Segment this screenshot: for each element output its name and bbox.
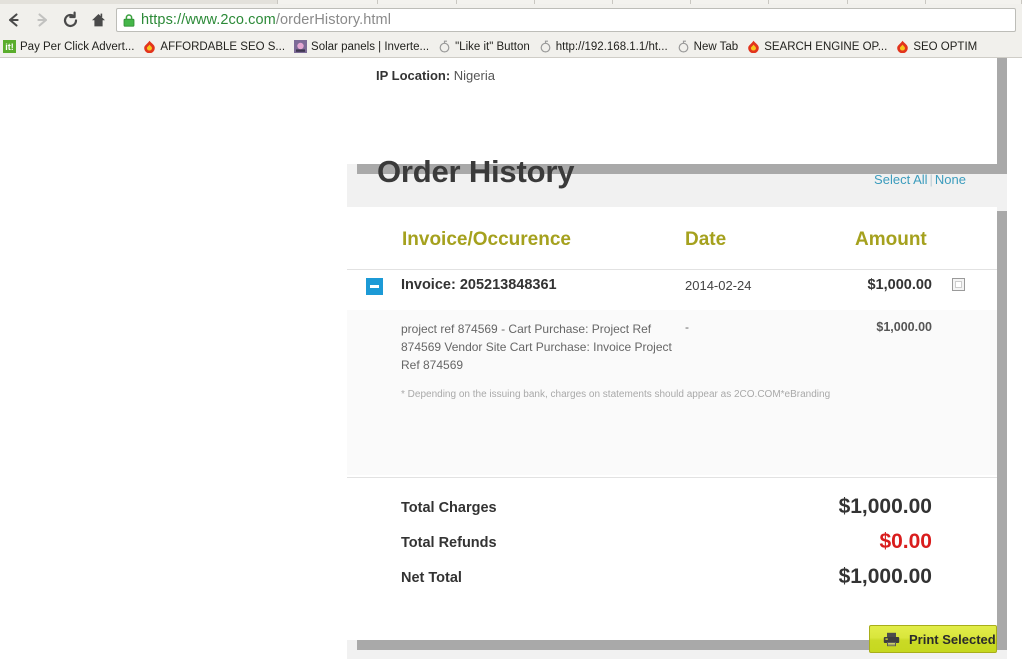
bookmark-label: Pay Per Click Advert... bbox=[20, 40, 135, 53]
page-title: Order History bbox=[377, 154, 575, 189]
ip-location-value: Nigeria bbox=[453, 68, 495, 83]
total-charges-label: Total Charges bbox=[401, 500, 497, 516]
ip-location-panel: IP Location: Nigeria bbox=[347, 58, 997, 164]
browser-toolbar: https://www.2co.com/orderHistory.html bbox=[0, 4, 1022, 36]
invoice-date: 2014-02-24 bbox=[685, 278, 752, 293]
ip-location-label: IP Location: bbox=[376, 68, 451, 83]
bookmark-item[interactable]: SEO OPTIM bbox=[893, 37, 983, 57]
red-flame-favicon bbox=[144, 40, 156, 53]
total-charges-value: $1,000.00 bbox=[838, 495, 932, 518]
checkbox-inner bbox=[955, 281, 962, 288]
back-button[interactable] bbox=[0, 6, 28, 34]
column-header-date: Date bbox=[685, 229, 727, 250]
order-detail-block: project ref 874569 - Cart Purchase: Proj… bbox=[347, 310, 997, 475]
invoice-amount: $1,000.00 bbox=[867, 277, 932, 293]
bookmark-item[interactable]: http://192.168.1.1/ht... bbox=[536, 37, 674, 57]
bookmark-label: "Like it" Button bbox=[455, 40, 530, 53]
browser-chrome: https://www.2co.com/orderHistory.html it… bbox=[0, 0, 1022, 58]
lock-icon bbox=[123, 13, 136, 27]
red-flame-favicon bbox=[897, 40, 909, 53]
home-button[interactable] bbox=[84, 6, 112, 34]
bookmark-item[interactable]: it! Pay Per Click Advert... bbox=[0, 37, 140, 57]
print-selected-button[interactable]: Print Selected bbox=[869, 625, 997, 653]
detail-date: - bbox=[685, 320, 689, 334]
ip-location-line: IP Location: Nigeria bbox=[376, 68, 495, 83]
column-header-amount: Amount bbox=[855, 229, 927, 250]
select-all-link[interactable]: Select All bbox=[874, 172, 927, 187]
net-total-value: $1,000.00 bbox=[838, 565, 932, 588]
total-refunds-label: Total Refunds bbox=[401, 535, 497, 551]
select-links: Select All | None bbox=[874, 172, 966, 187]
bookmark-label: SEO OPTIM bbox=[913, 40, 978, 53]
url-path-part: /orderHistory.html bbox=[275, 12, 392, 28]
bookmark-label: http://192.168.1.1/ht... bbox=[555, 40, 668, 53]
detail-description: project ref 874569 - Cart Purchase: Proj… bbox=[401, 322, 672, 372]
forward-button[interactable] bbox=[28, 6, 56, 34]
bookmarks-bar: it! Pay Per Click Advert... AFFORDABLE S… bbox=[0, 36, 1022, 58]
totals-section: Total Charges $1,000.00 Total Refunds $0… bbox=[347, 477, 997, 617]
total-refunds-value: $0.00 bbox=[879, 530, 932, 553]
ip-panel-shadow-right bbox=[997, 58, 1007, 164]
page-viewport: IP Location: Nigeria Order History Selec… bbox=[0, 58, 1022, 659]
row-select-checkbox[interactable] bbox=[952, 278, 965, 291]
detail-amount: $1,000.00 bbox=[876, 320, 932, 334]
bookmark-item[interactable]: "Like it" Button bbox=[435, 37, 536, 57]
print-selected-label: Print Selected bbox=[909, 631, 996, 647]
table-header-row: Invoice/Occurence Date Amount bbox=[347, 207, 997, 269]
svg-text:it!: it! bbox=[5, 42, 14, 52]
grey-globe-favicon bbox=[439, 40, 450, 53]
column-header-invoice: Invoice/Occurence bbox=[402, 229, 571, 250]
bank-statement-note: * Depending on the issuing bank, charges… bbox=[401, 389, 831, 400]
bookmark-label: Solar panels | Inverte... bbox=[311, 40, 430, 53]
bookmark-item[interactable]: Solar panels | Inverte... bbox=[291, 37, 435, 57]
collapse-icon[interactable] bbox=[366, 278, 383, 295]
bookmark-label: SEARCH ENGINE OP... bbox=[764, 40, 888, 53]
bookmark-item[interactable]: AFFORDABLE SEO S... bbox=[140, 37, 291, 57]
total-charges-row: Total Charges $1,000.00 bbox=[347, 495, 997, 530]
select-none-link[interactable]: None bbox=[935, 172, 966, 187]
bookmark-label: AFFORDABLE SEO S... bbox=[160, 40, 286, 53]
reload-button[interactable] bbox=[56, 6, 84, 34]
order-card-shadow-right bbox=[997, 211, 1007, 644]
invoice-number: Invoice: 205213848361 bbox=[401, 277, 557, 293]
net-total-row: Net Total $1,000.00 bbox=[347, 565, 997, 600]
url-secure-part: https://www.2co.com bbox=[141, 12, 276, 28]
grey-globe-favicon bbox=[540, 40, 551, 53]
address-bar[interactable]: https://www.2co.com/orderHistory.html bbox=[116, 8, 1016, 32]
red-flame-favicon bbox=[748, 40, 759, 53]
bookmark-item[interactable]: SEARCH ENGINE OP... bbox=[744, 37, 893, 57]
grey-globe-favicon bbox=[678, 40, 689, 53]
links-separator: | bbox=[929, 172, 933, 187]
bookmark-label: New Tab bbox=[693, 40, 739, 53]
green-it-favicon: it! bbox=[3, 40, 16, 53]
table-row: Invoice: 205213848361 2014-02-24 $1,000.… bbox=[347, 270, 997, 306]
order-history-card: Invoice/Occurence Date Amount Invoice: 2… bbox=[347, 207, 997, 640]
minus-glyph bbox=[370, 285, 379, 288]
printer-icon bbox=[883, 632, 900, 646]
totals-divider bbox=[347, 477, 997, 478]
bookmark-item[interactable]: New Tab bbox=[674, 37, 745, 57]
net-total-label: Net Total bbox=[401, 570, 462, 586]
total-refunds-row: Total Refunds $0.00 bbox=[347, 530, 997, 565]
purple-favicon bbox=[294, 40, 308, 53]
order-history-header: Order History Select All | None bbox=[377, 154, 977, 204]
